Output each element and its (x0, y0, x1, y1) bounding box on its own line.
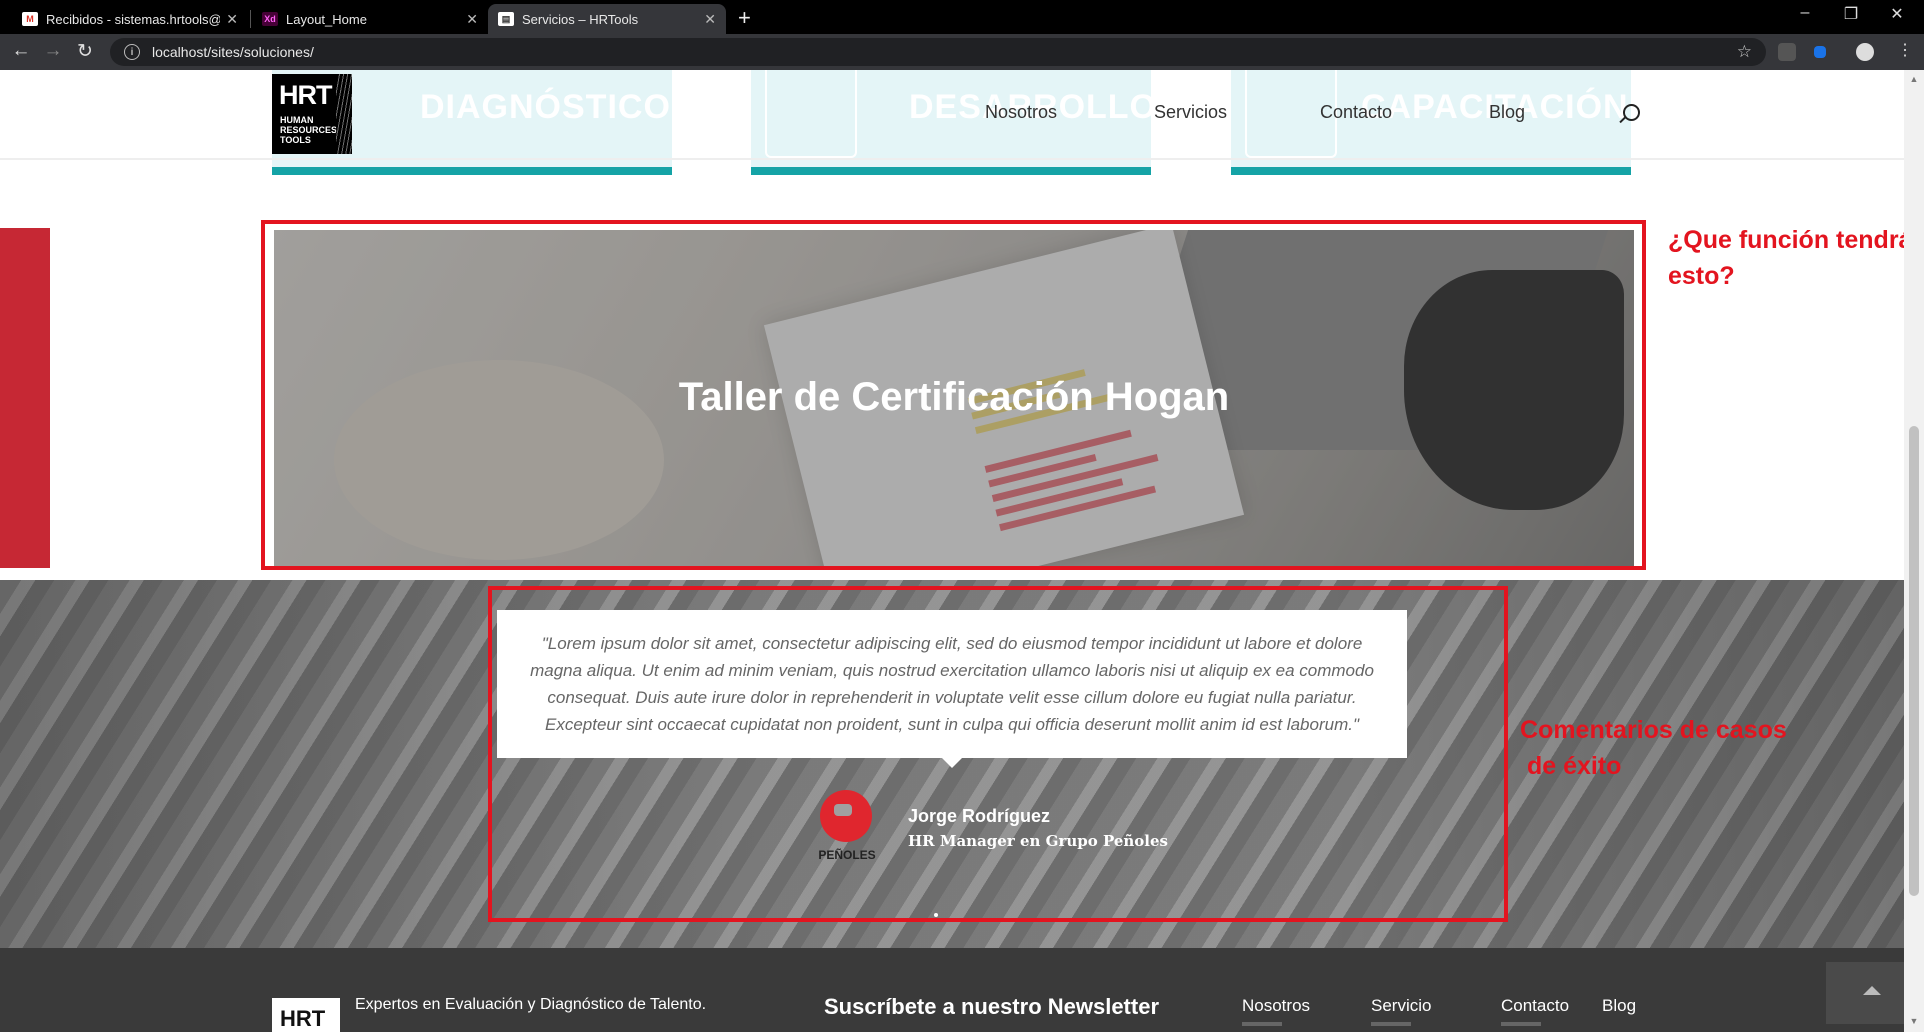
new-tab-icon[interactable]: + (738, 5, 751, 31)
tab-gmail[interactable]: M Recibidos - sistemas.hrtools@gm ✕ (12, 4, 248, 34)
scroll-up-icon[interactable]: ▲ (1909, 74, 1919, 84)
footer-link-contacto[interactable]: Contacto (1501, 996, 1569, 1016)
close-window-icon[interactable]: ✕ (1874, 4, 1920, 24)
nav-contacto[interactable]: Contacto (1320, 102, 1392, 123)
browser-menu-icon[interactable]: ⋮ (1892, 40, 1918, 60)
site-info-icon[interactable]: i (124, 44, 140, 60)
footer-link-nosotros[interactable]: Nosotros (1242, 996, 1310, 1016)
nav-nosotros[interactable]: Nosotros (985, 102, 1057, 123)
annotation-box-hero (261, 220, 1646, 570)
annotation-box-testimonial (488, 586, 1508, 922)
close-tab-icon[interactable]: ✕ (226, 11, 238, 28)
scrollbar-thumb[interactable] (1909, 426, 1919, 896)
tab-title: Servicios – HRTools (522, 11, 639, 27)
footer-logo[interactable]: HRT (272, 998, 340, 1032)
footer-link-blog[interactable]: Blog (1602, 996, 1636, 1016)
tab-title: Recibidos - sistemas.hrtools@gm (46, 11, 220, 27)
logo-stripes (336, 74, 352, 154)
close-tab-icon[interactable]: ✕ (466, 11, 478, 28)
tab-servicios[interactable]: ▤ Servicios – HRTools ✕ (488, 4, 726, 34)
site-logo[interactable]: HRT HUMAN RESOURCES TOOLS (272, 74, 352, 154)
browser-tab-bar: M Recibidos - sistemas.hrtools@gm ✕ Xd L… (0, 0, 1924, 34)
forward-icon[interactable]: → (40, 40, 66, 62)
annotation-note-hero: ¿Que función tendrá esto? (1668, 226, 1904, 290)
url-text: localhost/sites/soluciones/ (152, 44, 314, 60)
footer-tagline: Expertos en Evaluación y Diagnóstico de … (355, 996, 707, 1013)
xd-icon: Xd (262, 12, 278, 26)
site-footer: HRT Expertos en Evaluación y Diagnóstico… (0, 948, 1904, 1032)
extension-blue-icon[interactable] (1814, 46, 1826, 58)
header-divider (0, 158, 1904, 160)
footer-link-servicio[interactable]: Servicio (1371, 996, 1431, 1016)
gmail-icon: M (22, 12, 38, 26)
profile-avatar[interactable] (1856, 43, 1874, 61)
page-scrollbar[interactable]: ▲ ▼ (1904, 70, 1924, 1032)
browser-toolbar: ← → ↻ i localhost/sites/soluciones/ ☆ ⋮ (0, 34, 1924, 70)
scroll-down-icon[interactable]: ▼ (1909, 1016, 1919, 1026)
logo-text: HRT (279, 80, 332, 110)
red-side-block (0, 228, 50, 568)
tab-separator (250, 10, 251, 28)
restore-icon[interactable]: ❐ (1828, 4, 1874, 24)
close-tab-icon[interactable]: ✕ (704, 11, 716, 28)
search-icon[interactable] (1623, 104, 1640, 121)
card-title: DIAGNÓSTICO (420, 88, 671, 126)
extension-icon[interactable] (1778, 43, 1796, 61)
page-viewport: DIAGNÓSTICO DESARROLLO CAPACITACIÓN HRT … (0, 70, 1904, 1032)
stairs-flag-icon (765, 70, 857, 158)
nav-servicios[interactable]: Servicios (1154, 102, 1227, 123)
address-bar[interactable]: i localhost/sites/soluciones/ ☆ (110, 38, 1766, 66)
reload-icon[interactable]: ↻ (72, 40, 98, 63)
newsletter-heading: Suscríbete a nuestro Newsletter (824, 994, 1160, 1019)
back-icon[interactable]: ← (8, 40, 34, 62)
nav-blog[interactable]: Blog (1489, 102, 1525, 123)
tab-title: Layout_Home (286, 11, 367, 27)
back-to-top-button[interactable] (1826, 962, 1904, 1024)
bookmark-star-icon[interactable]: ☆ (1737, 42, 1752, 62)
tab-layout-home[interactable]: Xd Layout_Home ✕ (252, 4, 488, 34)
logo-subtext: HUMAN RESOURCES TOOLS (280, 115, 338, 145)
minimize-icon[interactable]: – (1782, 4, 1828, 22)
annotation-note-testimonial: Comentarios de casos de éxito (1520, 716, 1787, 780)
page-icon: ▤ (498, 12, 514, 26)
